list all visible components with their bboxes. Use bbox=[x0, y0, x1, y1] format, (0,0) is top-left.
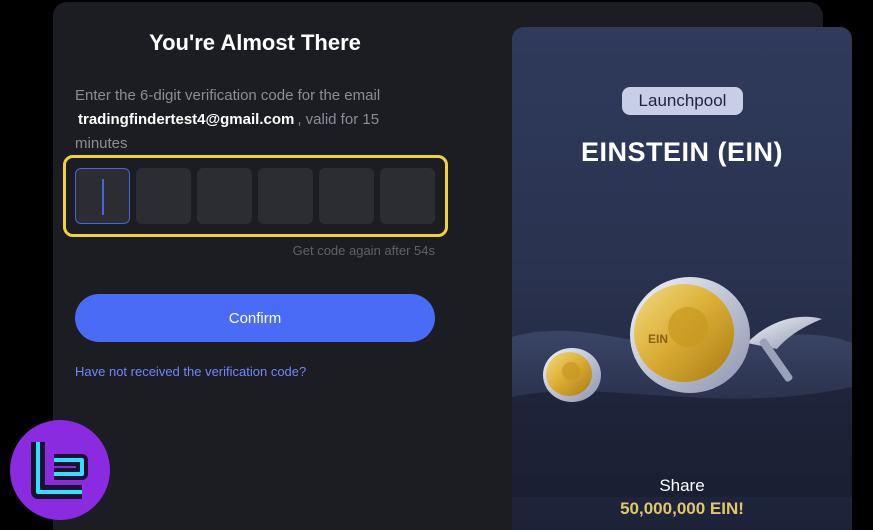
confirm-button[interactable]: Confirm bbox=[75, 294, 435, 342]
verification-code-input[interactable] bbox=[75, 168, 435, 224]
code-digit-4[interactable] bbox=[258, 168, 313, 224]
share-label: Share bbox=[659, 476, 705, 495]
verification-instruction: Enter the 6-digit verification code for … bbox=[75, 84, 435, 156]
email-address: tradingfindertest4@gmail.com bbox=[78, 111, 295, 128]
verification-modal: You're Almost There Enter the 6-digit ve… bbox=[53, 2, 852, 530]
code-digit-1[interactable] bbox=[75, 168, 130, 224]
code-digit-6[interactable] bbox=[380, 168, 435, 224]
code-digit-2[interactable] bbox=[136, 168, 191, 224]
reward-amount: 50,000,000 EIN! bbox=[620, 499, 744, 518]
coin-text: EIN bbox=[648, 332, 668, 346]
code-digit-3[interactable] bbox=[197, 168, 252, 224]
resend-timer: Get code again after 54s bbox=[292, 243, 435, 258]
launchpool-badge: Launchpool bbox=[622, 87, 743, 115]
coins-artwork: EIN bbox=[512, 277, 852, 497]
instruction-text: Enter the 6-digit verification code for … bbox=[75, 87, 381, 104]
page-title: You're Almost There bbox=[149, 30, 361, 55]
token-title: EINSTEIN (EIN) bbox=[580, 137, 783, 167]
coin-icon: EIN bbox=[630, 277, 750, 393]
tradingfinder-logo-icon bbox=[10, 420, 110, 520]
small-coin-icon bbox=[543, 348, 601, 402]
launchpool-promo-banner: Launchpool EINSTEIN (EIN) EIN Share 50,0… bbox=[512, 27, 852, 530]
code-digit-5[interactable] bbox=[319, 168, 374, 224]
not-received-code-link[interactable]: Have not received the verification code? bbox=[75, 364, 306, 379]
